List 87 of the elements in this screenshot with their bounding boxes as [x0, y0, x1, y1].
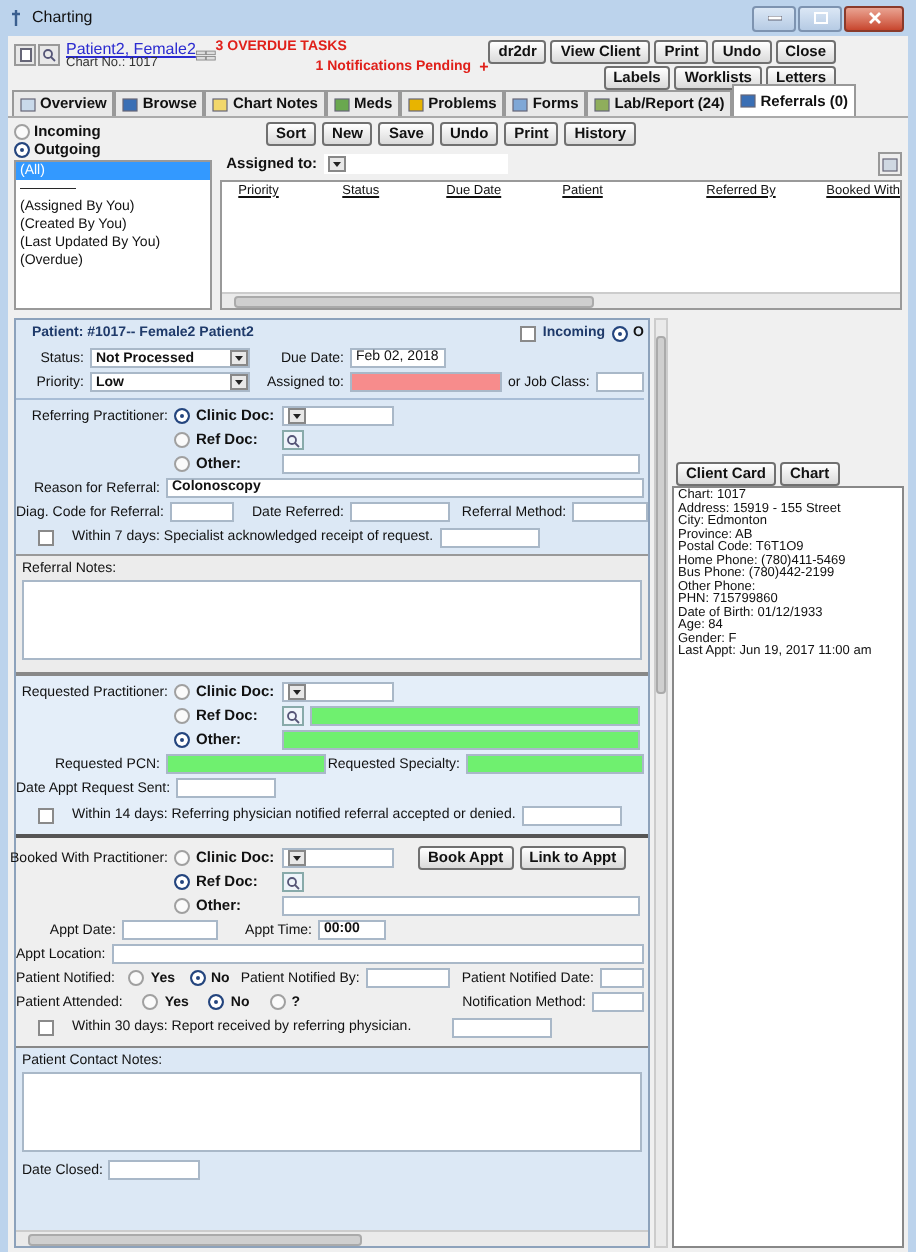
dropdown[interactable]	[282, 848, 394, 868]
notification-mark: +	[479, 60, 489, 76]
export-button[interactable]	[878, 152, 902, 176]
dropdown[interactable]	[282, 682, 394, 702]
chart-button[interactable]	[14, 44, 36, 66]
text-field[interactable]	[122, 920, 218, 940]
text-field[interactable]	[572, 502, 649, 522]
radio-button[interactable]	[128, 970, 145, 986]
notes-field[interactable]	[22, 580, 642, 660]
text-field[interactable]	[166, 754, 326, 774]
notes-field[interactable]	[22, 1072, 642, 1152]
app-icon	[8, 8, 24, 28]
text-field[interactable]	[310, 706, 640, 726]
caret-icon	[288, 850, 306, 866]
radio-button[interactable]	[174, 456, 190, 472]
radio-button[interactable]	[174, 408, 190, 424]
search-icon	[42, 48, 56, 62]
checkbox[interactable]	[38, 529, 54, 545]
tab-icon	[512, 97, 529, 111]
close-icon	[867, 12, 881, 24]
patient-name-link[interactable]: Patient2, Female2	[66, 40, 196, 58]
text-field[interactable]	[282, 454, 640, 474]
window-title: Charting	[32, 10, 93, 26]
text-field[interactable]	[282, 896, 640, 916]
radio-button[interactable]	[189, 970, 205, 986]
close-button[interactable]	[844, 5, 904, 31]
text-field[interactable]	[349, 502, 450, 522]
scrollbar[interactable]	[16, 1230, 648, 1246]
maximize-button[interactable]	[798, 5, 842, 31]
maximize-icon	[813, 12, 827, 24]
tab-icon	[740, 94, 757, 108]
search-button[interactable]	[282, 872, 304, 892]
text-field[interactable]	[592, 992, 644, 1012]
radio-button[interactable]	[208, 994, 225, 1010]
text-field[interactable]	[282, 730, 640, 750]
checkbox[interactable]	[38, 1019, 54, 1035]
caret-icon	[288, 408, 306, 424]
text-field[interactable]	[439, 527, 540, 547]
text-field[interactable]	[595, 372, 644, 392]
caret-icon	[230, 350, 248, 366]
caret-icon	[230, 374, 248, 390]
minimize-button[interactable]	[752, 5, 796, 31]
document-icon	[19, 48, 31, 62]
text-field[interactable]	[365, 968, 450, 988]
document-icon	[882, 157, 898, 171]
radio-button[interactable]	[174, 732, 190, 748]
text-field[interactable]	[111, 944, 644, 964]
tab-icon	[122, 97, 139, 111]
text-field[interactable]	[521, 805, 622, 825]
tab-icon	[20, 97, 36, 111]
search-icon	[286, 709, 300, 723]
caret-icon	[288, 684, 306, 700]
text-field[interactable]	[350, 372, 502, 392]
search-button[interactable]	[282, 706, 304, 726]
radio-button[interactable]	[14, 141, 30, 157]
radio-button[interactable]	[269, 994, 286, 1010]
scrollbar[interactable]	[222, 292, 900, 308]
radio-button[interactable]	[174, 684, 190, 700]
radio-button[interactable]	[174, 898, 190, 914]
checkbox[interactable]	[520, 325, 537, 341]
radio-button[interactable]	[174, 874, 190, 890]
checkbox[interactable]	[38, 807, 54, 823]
scrollbar[interactable]	[654, 318, 668, 1248]
text-field[interactable]	[108, 1160, 201, 1180]
search-icon	[286, 433, 300, 447]
tab-icon	[408, 97, 425, 111]
radio-button[interactable]	[611, 325, 628, 341]
search-icon	[286, 875, 300, 889]
caret-icon	[327, 156, 346, 172]
radio-button[interactable]	[174, 850, 190, 866]
radio-button[interactable]	[174, 708, 190, 724]
text-field[interactable]	[451, 1017, 552, 1037]
search-button[interactable]	[282, 430, 304, 450]
text-field[interactable]	[169, 502, 234, 522]
tab-icon	[333, 97, 350, 111]
dropdown[interactable]	[282, 406, 394, 426]
dropdown[interactable]	[323, 154, 508, 174]
text-field[interactable]	[176, 778, 277, 798]
tab-icon	[212, 97, 229, 111]
radio-button[interactable]	[142, 994, 159, 1010]
radio-button[interactable]	[174, 432, 190, 448]
radio-button[interactable]	[14, 123, 30, 139]
search-button[interactable]	[38, 44, 60, 66]
text-field[interactable]	[466, 754, 644, 774]
minimize-icon	[767, 15, 781, 21]
text-field[interactable]	[600, 968, 644, 988]
tab-icon	[594, 97, 611, 111]
